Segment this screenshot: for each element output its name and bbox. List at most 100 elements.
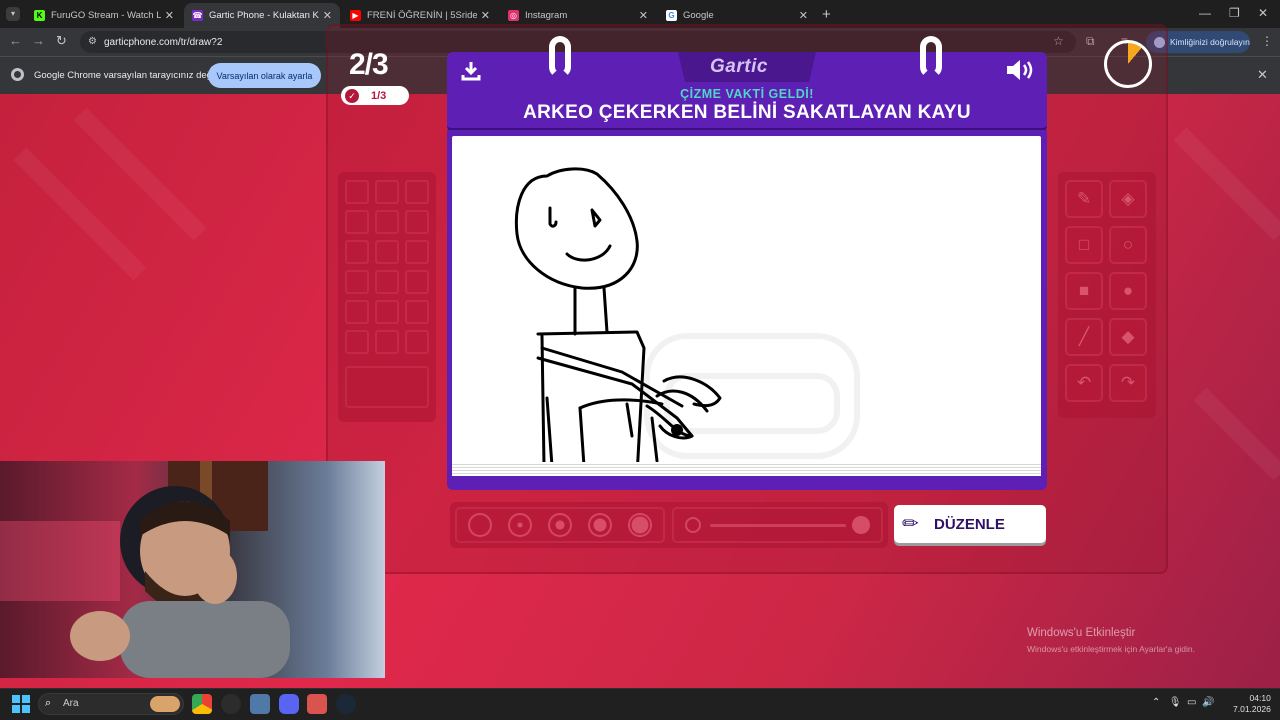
opacity-track[interactable] [710, 524, 846, 527]
tab-title: Google [683, 10, 714, 21]
brush-size-option[interactable] [468, 513, 492, 537]
close-tab-icon[interactable]: ✕ [799, 9, 808, 22]
windows-start-icon[interactable] [12, 695, 30, 713]
system-tray[interactable]: ⌃ 🎙 ▭ 🔊 [1152, 697, 1214, 708]
circle-outline-icon[interactable]: ○ [1109, 226, 1147, 264]
download-icon[interactable] [460, 60, 482, 87]
tab-search-button[interactable]: ▾ [6, 7, 20, 21]
opacity-handle[interactable] [852, 516, 870, 534]
taskbar-clock[interactable]: 04:10 7.01.2026 [1233, 693, 1271, 715]
close-tab-icon[interactable]: ✕ [323, 9, 332, 22]
brush-size-option[interactable] [548, 513, 572, 537]
discord-taskbar-icon[interactable] [279, 694, 299, 714]
color-swatch[interactable] [375, 240, 399, 264]
gartic-phone-icon: ☎ [192, 10, 203, 21]
check-icon: ✓ [345, 88, 359, 103]
color-swatch[interactable] [405, 300, 429, 324]
reload-icon[interactable]: ↻ [56, 33, 67, 49]
close-window-button[interactable]: ✕ [1258, 6, 1268, 20]
minimize-button[interactable]: — [1199, 6, 1211, 20]
color-swatch[interactable] [345, 210, 369, 234]
color-swatch[interactable] [375, 330, 399, 354]
brush-size-option[interactable] [508, 513, 532, 537]
app-taskbar-icon[interactable] [221, 694, 241, 714]
line-icon[interactable]: ╱ [1065, 318, 1103, 356]
close-tab-icon[interactable]: ✕ [165, 9, 174, 22]
youtube-icon: ▶ [350, 10, 361, 21]
search-icon: ⌕ [45, 697, 52, 709]
back-icon[interactable]: ← [9, 33, 22, 48]
color-swatch[interactable] [375, 300, 399, 324]
steam-taskbar-icon[interactable] [336, 694, 356, 714]
circle-fill-icon[interactable]: ● [1109, 272, 1147, 310]
binder-ring [549, 36, 571, 78]
color-swatch[interactable] [405, 180, 429, 204]
menu-icon[interactable]: ⋮ [1261, 34, 1273, 48]
site-info-icon[interactable]: ⚙ [88, 36, 97, 47]
gartic-logo: Gartic [710, 56, 768, 77]
stick-figure-drawing [514, 167, 860, 474]
app-taskbar-icon[interactable] [307, 694, 327, 714]
custom-color-button[interactable] [345, 366, 429, 408]
redo-icon[interactable]: ↷ [1109, 364, 1147, 402]
rectangle-outline-icon[interactable]: □ [1065, 226, 1103, 264]
search-placeholder: Ara [63, 698, 79, 709]
clock-time: 04:10 [1249, 693, 1271, 703]
undo-icon[interactable]: ↶ [1065, 364, 1103, 402]
webcam-overlay [0, 461, 385, 678]
color-swatch[interactable] [345, 270, 369, 294]
color-swatch[interactable] [345, 300, 369, 324]
tab-title: Instagram [525, 10, 568, 21]
prompt-subtitle: ÇİZME VAKTİ GELDİ! [680, 87, 814, 101]
eraser-icon[interactable]: ◈ [1109, 180, 1147, 218]
tool-grid: ✎ ◈ □ ○ ■ ● ╱ ◆ ↶ ↷ [1065, 180, 1147, 402]
color-swatch[interactable] [405, 330, 429, 354]
fill-bucket-icon[interactable]: ◆ [1109, 318, 1147, 356]
color-swatch[interactable] [405, 270, 429, 294]
instagram-icon: ◎ [508, 10, 519, 21]
players-done-badge: ✓ 1/3 [341, 86, 409, 105]
forward-icon[interactable]: → [32, 33, 45, 48]
color-swatch[interactable] [405, 210, 429, 234]
mouse-cursor-icon: ⇱ [877, 396, 888, 410]
activation-watermark-subtitle: Windows'u etkinleştirmek için Ayarlar'a … [1027, 644, 1195, 654]
search-highlight-icon[interactable] [150, 696, 180, 712]
pencil-icon: ✏ [902, 513, 919, 535]
color-swatch[interactable] [375, 180, 399, 204]
streamer-camera-feed [0, 461, 290, 678]
color-swatch[interactable] [345, 330, 369, 354]
infobar-close-icon[interactable]: ✕ [1257, 67, 1268, 83]
opacity-min-icon [685, 517, 701, 533]
tab-furugo[interactable]: K FuruGO Stream - Watch Live or ✕ [26, 3, 182, 28]
maximize-button[interactable]: ❐ [1229, 6, 1240, 20]
canvas-page-edge [452, 462, 1041, 476]
tab-title: Gartic Phone - Kulaktan Kulağa [209, 10, 319, 21]
app-taskbar-icon[interactable] [250, 694, 270, 714]
brush-size-option[interactable] [628, 513, 652, 537]
pencil-icon[interactable]: ✎ [1065, 180, 1103, 218]
timer-icon [1104, 40, 1152, 88]
clock-date: 7.01.2026 [1233, 704, 1271, 714]
profile-label: Kimliğinizi doğrulayın [1170, 37, 1250, 47]
color-swatch-grid [345, 180, 429, 354]
url-text[interactable]: garticphone.com/tr/draw?2 [104, 37, 222, 48]
rectangle-fill-icon[interactable]: ■ [1065, 272, 1103, 310]
sound-icon[interactable] [1005, 58, 1035, 88]
tab-title: FRENİ ÖĞRENİN | 5Sriders | Mo [367, 10, 477, 21]
set-default-button[interactable]: Varsayılan olarak ayarla [208, 63, 321, 88]
color-swatch[interactable] [405, 240, 429, 264]
color-swatch[interactable] [375, 210, 399, 234]
chrome-taskbar-icon[interactable] [192, 694, 212, 714]
chrome-icon [11, 68, 24, 81]
done-count: 1/3 [371, 89, 387, 102]
color-swatch[interactable] [345, 180, 369, 204]
color-swatch[interactable] [375, 270, 399, 294]
color-swatch[interactable] [345, 240, 369, 264]
close-tab-icon[interactable]: ✕ [481, 9, 490, 22]
close-tab-icon[interactable]: ✕ [639, 9, 648, 22]
drawing-prompt: ARKEO ÇEKERKEN BELİNİ SAKATLAYAN KAYU [523, 102, 971, 123]
new-tab-button[interactable]: + [822, 6, 831, 23]
brush-size-option[interactable] [588, 513, 612, 537]
binder-ring [920, 36, 942, 78]
tab-gartic-phone[interactable]: ☎ Gartic Phone - Kulaktan Kulağa ✕ [184, 3, 340, 28]
